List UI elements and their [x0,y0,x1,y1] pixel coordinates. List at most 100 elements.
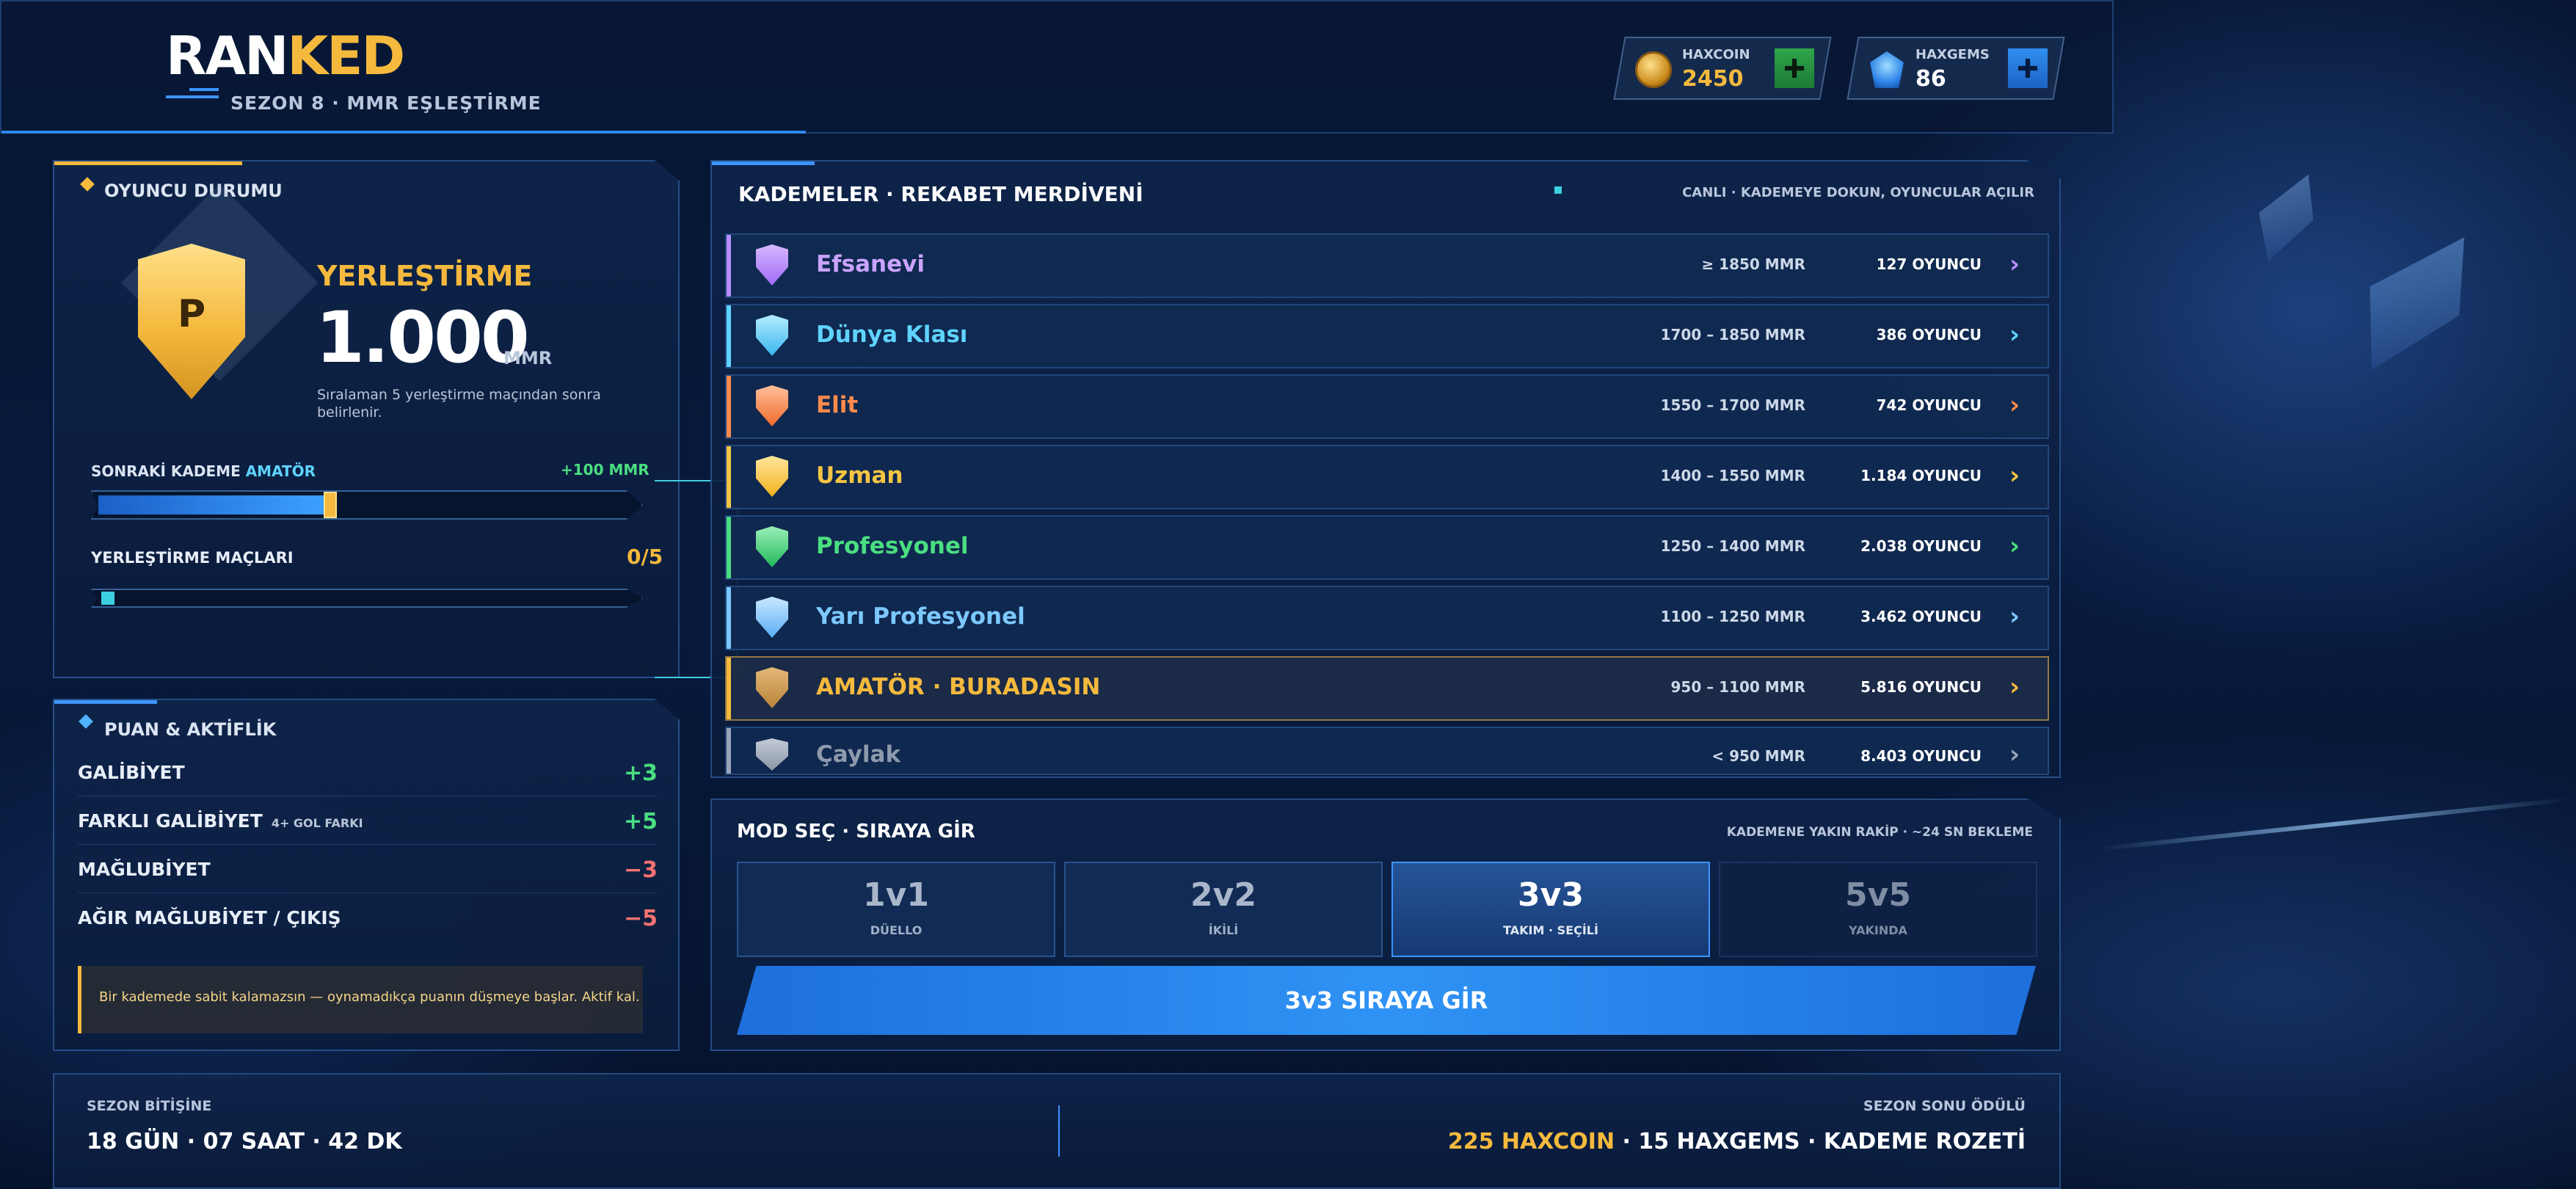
mmr-value: 1.000 [316,297,530,379]
live-indicator-icon [1554,186,1562,194]
tier-shield-icon [756,667,788,708]
tier-player-count: 127 OYUNCU [1876,255,1982,273]
tier-mmr-range: 1100 – 1250 MMR [1660,608,1805,625]
points-row-value: +5 [623,809,658,835]
season-end-label: SEZON BİTİŞİNE [87,1098,212,1114]
haxcoin-wallet: HAXCOIN 2450 [1613,37,1832,100]
mode-title: MOD SEÇ · SIRAYA GİR [737,821,975,843]
tier-color-stripe [727,376,731,437]
tier-name: Uzman [816,462,903,489]
logo-text-white: RAN [166,25,288,87]
chevron-right-icon: › [2009,320,2020,349]
tier-player-count: 5.816 OYUNCU [1860,678,1982,696]
header-accent-underline [1,131,806,134]
mode-sublabel: YAKINDA [1849,923,1907,937]
tier-color-stripe [727,728,731,774]
chevron-right-icon: › [2009,602,2020,631]
gem-icon [1870,51,1904,88]
tier-row-efsanevi[interactable]: Efsanevi ≥ 1850 MMR 127 OYUNCU › [725,233,2049,298]
diamond-icon [80,177,95,192]
placement-progress-marker [101,592,114,605]
tier-row-amator-current[interactable]: AMATÖR · BURADASIN 950 – 1100 MMR 5.816 … [725,656,2049,721]
chevron-right-icon: › [2009,461,2020,490]
add-haxgems-button[interactable] [2008,48,2048,88]
chevron-right-icon: › [2009,390,2020,420]
add-haxcoin-button[interactable] [1775,48,1814,88]
background-crystal-shard [2330,210,2499,391]
points-row: MAĞLUBİYET −3 [78,846,658,893]
next-tier-progress-fill [98,495,324,514]
mode-5v5-button-disabled[interactable]: 5v5 YAKINDA [1719,862,2037,957]
tier-row-elit[interactable]: Elit 1550 – 1700 MMR 742 OYUNCU › [725,374,2049,439]
tier-row-caylak[interactable]: Çaylak < 950 MMR 8.403 OYUNCU › [725,727,2049,775]
player-status-panel: OYUNCU DURUMU P YERLEŞTİRME 1.000 MMR Sı… [53,160,680,678]
placement-matches-label: YERLEŞTİRME MAÇLARI [91,549,294,567]
tier-mmr-range: 1550 – 1700 MMR [1660,396,1805,414]
tier-mmr-range: 950 – 1100 MMR [1670,678,1805,696]
tier-color-stripe [727,658,731,719]
matchmaking-hint: KADEMENE YAKIN RAKİP · ~24 SN BEKLEME [1726,825,2033,840]
placement-status: YERLEŞTİRME [317,260,533,292]
tier-name: Yarı Profesyonel [816,603,1025,630]
placement-description: Sıralaman 5 yerleştirme maçından sonra b… [317,387,601,421]
coin-icon [1635,51,1672,88]
mode-sublabel: TAKIM · SEÇİLİ [1503,923,1598,937]
tier-shield-icon [756,738,788,771]
tier-color-stripe [727,305,731,367]
mode-2v2-button[interactable]: 2v2 İKİLİ [1064,862,1383,957]
ladder-title: KADEMELER · REKABET MERDİVENİ [738,182,1143,206]
tier-name: Dünya Klası [816,321,968,348]
rank-badge-letter: P [177,292,206,336]
points-label-text: MAĞLUBİYET [78,859,211,880]
haxgems-wallet: HAXGEMS 86 [1847,37,2065,100]
tier-player-count: 8.403 OYUNCU [1860,747,1982,765]
mode-sublabel: İKİLİ [1208,923,1239,937]
season-footer: SEZON BİTİŞİNE 18 GÜN · 07 SAAT · 42 DK … [53,1073,2061,1189]
tier-name: Efsanevi [816,251,925,277]
mode-3v3-button-selected[interactable]: 3v3 TAKIM · SEÇİLİ [1391,862,1710,957]
queue-button-label: 3v3 SIRAYA GİR [1284,986,1488,1014]
tier-player-count: 3.462 OYUNCU [1860,608,1982,625]
tier-shield-icon [756,526,788,567]
tier-row-dunya-klasi[interactable]: Dünya Klası 1700 – 1850 MMR 386 OYUNCU › [725,304,2049,368]
footer-divider [1058,1105,1060,1157]
tier-name: Elit [816,392,859,418]
season-reward-value: 225 HAXCOIN · 15 HAXGEMS · KADEME ROZETİ [1448,1129,2026,1155]
tier-row-yari-profesyonel[interactable]: Yarı Profesyonel 1100 – 1250 MMR 3.462 O… [725,586,2049,650]
points-label-text: AĞIR MAĞLUBİYET / ÇIKIŞ [78,907,341,928]
tier-color-stripe [727,235,731,297]
points-row-label: GALİBİYET [78,762,185,783]
chevron-right-icon: › [2009,531,2020,561]
tier-row-profesyonel[interactable]: Profesyonel 1250 – 1400 MMR 2.038 OYUNCU… [725,515,2049,580]
tier-name: Çaylak [816,741,901,768]
placement-count: 0/5 [627,545,663,569]
background-crystal-shard [2241,162,2332,271]
chevron-right-icon: › [2009,740,2020,769]
enter-queue-button[interactable]: 3v3 SIRAYA GİR [737,966,2036,1035]
season-countdown: 18 GÜN · 07 SAAT · 42 DK [87,1129,402,1155]
tier-ladder-panel: KADEMELER · REKABET MERDİVENİ CANLI · KA… [710,160,2061,778]
panel-title: PUAN & AKTİFLİK [104,719,277,740]
logo-accent-line [189,88,219,91]
mode-label: 5v5 [1845,876,1911,914]
tier-player-count: 2.038 OYUNCU [1860,537,1982,555]
tier-color-stripe [727,517,731,578]
tier-row-uzman[interactable]: Uzman 1400 – 1550 MMR 1.184 OYUNCU › [725,445,2049,509]
haxgems-value: 86 [1915,66,1946,92]
tier-mmr-range: 1700 – 1850 MMR [1660,326,1805,343]
reward-rest: · 15 HAXGEMS · KADEME ROZETİ [1615,1129,2026,1155]
tier-name: AMATÖR · BURADASIN [816,674,1101,700]
progress-marker [324,492,337,518]
haxcoin-value: 2450 [1682,66,1744,92]
mode-select-panel: MOD SEÇ · SIRAYA GİR KADEMENE YAKIN RAKİ… [710,799,2061,1051]
mode-sublabel: DÜELLO [870,923,923,937]
mode-1v1-button[interactable]: 1v1 DÜELLO [737,862,1055,957]
points-label-text: GALİBİYET [78,762,185,783]
tier-player-count: 742 OYUNCU [1876,396,1982,414]
tier-mmr-range: ≥ 1850 MMR [1701,255,1805,273]
next-tier-name: AMATÖR [245,462,316,480]
haxcoin-label: HAXCOIN [1682,47,1750,62]
chevron-right-icon: › [2009,250,2020,279]
tier-mmr-range: 1250 – 1400 MMR [1660,537,1805,555]
tier-shield-icon [756,315,788,356]
